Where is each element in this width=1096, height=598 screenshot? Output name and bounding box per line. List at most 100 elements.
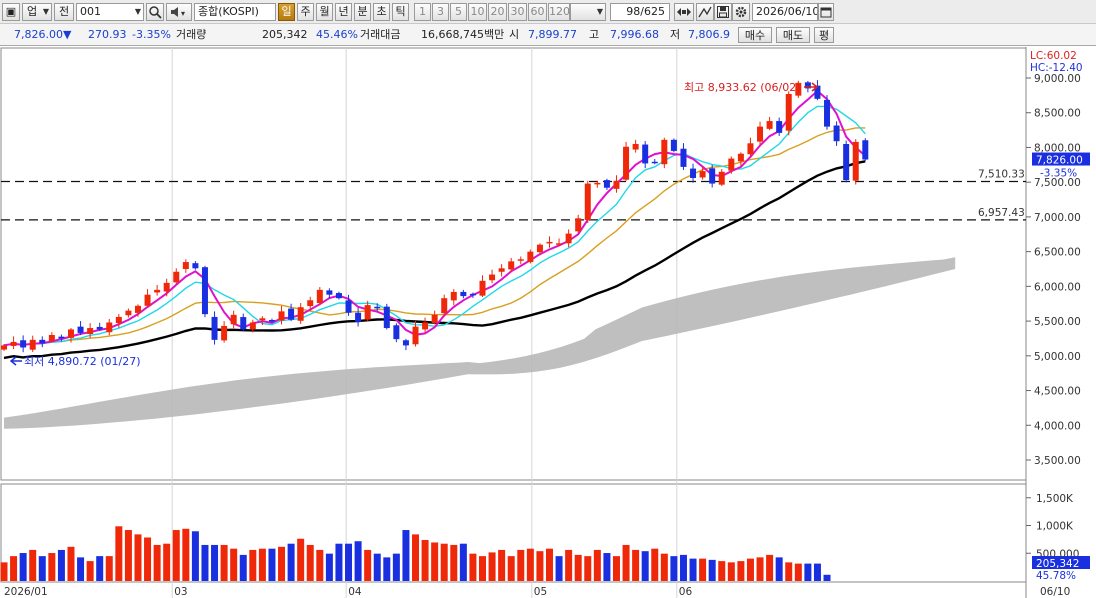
candle-body bbox=[852, 141, 859, 181]
calendar-icon[interactable] bbox=[818, 3, 834, 21]
volume-bar bbox=[182, 528, 190, 581]
stock-chart[interactable]: 9,000.00 8,500.00 8,000.00 7,500.00 7,000.00… bbox=[0, 47, 1096, 598]
volume-bar bbox=[211, 544, 219, 581]
volume-bar bbox=[593, 549, 601, 581]
chevron-down-icon: ▼ bbox=[134, 7, 141, 16]
candle-body bbox=[345, 300, 352, 313]
candle-body bbox=[546, 241, 553, 244]
volume-bar bbox=[115, 526, 123, 581]
volume-bar bbox=[77, 557, 85, 581]
gear-icon[interactable] bbox=[732, 3, 750, 21]
candle-body bbox=[508, 261, 515, 270]
volume-bar bbox=[19, 553, 27, 581]
interval-button-0[interactable]: 1 bbox=[414, 3, 431, 21]
volume-bar bbox=[392, 553, 400, 581]
svg-text:▾: ▾ bbox=[181, 9, 185, 18]
volume-percent: 45.46% bbox=[316, 28, 358, 41]
chart-svg[interactable]: 9,000.008,500.008,000.007,500.007,000.00… bbox=[0, 47, 1096, 598]
interval-button-2[interactable]: 5 bbox=[450, 3, 467, 21]
price-tick-label: 9,000.00 bbox=[1034, 73, 1081, 85]
period-tab-0[interactable]: 일 bbox=[278, 3, 295, 21]
candle-body bbox=[29, 339, 36, 350]
volume-bar bbox=[383, 557, 391, 581]
candle-body bbox=[718, 171, 725, 185]
interval-button-5[interactable]: 30 bbox=[508, 3, 527, 21]
candle-body bbox=[201, 267, 208, 315]
candle-body bbox=[565, 233, 572, 244]
volume-tick-label: 1,500K bbox=[1036, 493, 1074, 505]
volume-bar bbox=[498, 549, 506, 581]
search-icon[interactable] bbox=[146, 3, 164, 21]
period-tab-1[interactable]: 주 bbox=[297, 3, 314, 21]
candle-body bbox=[316, 289, 323, 304]
interval-button-1[interactable]: 3 bbox=[432, 3, 449, 21]
market-select[interactable]: 업 ▼ bbox=[22, 3, 52, 21]
candle-body bbox=[355, 312, 362, 322]
volume-bar bbox=[651, 548, 659, 581]
save-icon[interactable] bbox=[714, 3, 732, 21]
candle-body bbox=[134, 305, 141, 313]
interval-dropdown[interactable]: ▼ bbox=[570, 3, 606, 21]
candle-body bbox=[87, 328, 94, 335]
candle-body bbox=[1, 345, 7, 350]
volume-bar bbox=[718, 561, 726, 581]
volume-bar bbox=[239, 554, 247, 581]
volume-bar bbox=[191, 531, 199, 581]
interval-button-6[interactable]: 60 bbox=[528, 3, 547, 21]
interval-button-3[interactable]: 10 bbox=[468, 3, 487, 21]
buy-button[interactable]: 매수 bbox=[738, 27, 772, 43]
volume-bar bbox=[641, 551, 649, 581]
candle-body bbox=[412, 326, 419, 345]
candle-body bbox=[699, 171, 706, 178]
price-tick-label: 5,000.00 bbox=[1034, 351, 1081, 363]
volume-bar bbox=[679, 554, 687, 581]
price-tick-label: 6,500.00 bbox=[1034, 247, 1081, 259]
volume-bar bbox=[402, 530, 410, 581]
candle-body bbox=[862, 140, 869, 160]
candle-body bbox=[450, 291, 457, 301]
interval-button-7[interactable]: 120 bbox=[548, 3, 570, 21]
average-button[interactable]: 평 bbox=[814, 27, 834, 43]
date-field[interactable]: 2026/06/10 bbox=[752, 3, 818, 21]
chevron-down-icon: ▼ bbox=[596, 7, 603, 16]
candle-body bbox=[182, 262, 189, 269]
volume-bar bbox=[536, 551, 544, 581]
candle-body bbox=[39, 339, 46, 344]
interval-button-4[interactable]: 20 bbox=[488, 3, 507, 21]
lc-label: LC:60.02 bbox=[1030, 50, 1077, 62]
candle-body bbox=[460, 291, 467, 297]
candle-body bbox=[833, 125, 840, 142]
period-tab-3[interactable]: 년 bbox=[335, 3, 352, 21]
sell-button[interactable]: 매도 bbox=[776, 27, 810, 43]
speaker-icon[interactable]: ▾ bbox=[166, 3, 192, 21]
fit-icon[interactable] bbox=[674, 3, 694, 21]
volume-bar bbox=[258, 548, 266, 581]
price-tick-label: 4,500.00 bbox=[1034, 386, 1081, 398]
current-price: 7,826.00 bbox=[14, 28, 63, 41]
volume-bar bbox=[517, 549, 525, 581]
x-axis-label: 04 bbox=[348, 586, 362, 598]
candle-body bbox=[154, 289, 161, 293]
candle-body bbox=[431, 314, 438, 324]
code-input[interactable]: 001 ▼ bbox=[76, 3, 144, 21]
volume-bar bbox=[29, 549, 37, 581]
name-field[interactable]: 종합(KOSPI) bbox=[194, 3, 276, 21]
candle-body bbox=[709, 168, 716, 184]
candle-body bbox=[613, 180, 620, 189]
change-value: 270.93 bbox=[88, 28, 127, 41]
price-tick-label: 4,000.00 bbox=[1034, 420, 1081, 432]
prev-button[interactable]: 전 bbox=[54, 3, 74, 21]
candle-body bbox=[67, 329, 74, 338]
period-tab-4[interactable]: 분 bbox=[354, 3, 371, 21]
price-tick-label: 8,500.00 bbox=[1034, 108, 1081, 120]
count-field[interactable]: 98/625 bbox=[610, 3, 670, 21]
candle-body bbox=[249, 322, 256, 330]
volume-bar bbox=[766, 554, 774, 581]
layout-icon[interactable]: ▣ bbox=[2, 3, 20, 21]
period-tab-5[interactable]: 초 bbox=[373, 3, 390, 21]
period-tab-2[interactable]: 월 bbox=[316, 3, 333, 21]
volume-bar bbox=[507, 556, 515, 581]
draw-line-icon[interactable] bbox=[696, 3, 714, 21]
period-tab-6[interactable]: 틱 bbox=[392, 3, 409, 21]
price-tick-label: 3,500.00 bbox=[1034, 455, 1081, 467]
